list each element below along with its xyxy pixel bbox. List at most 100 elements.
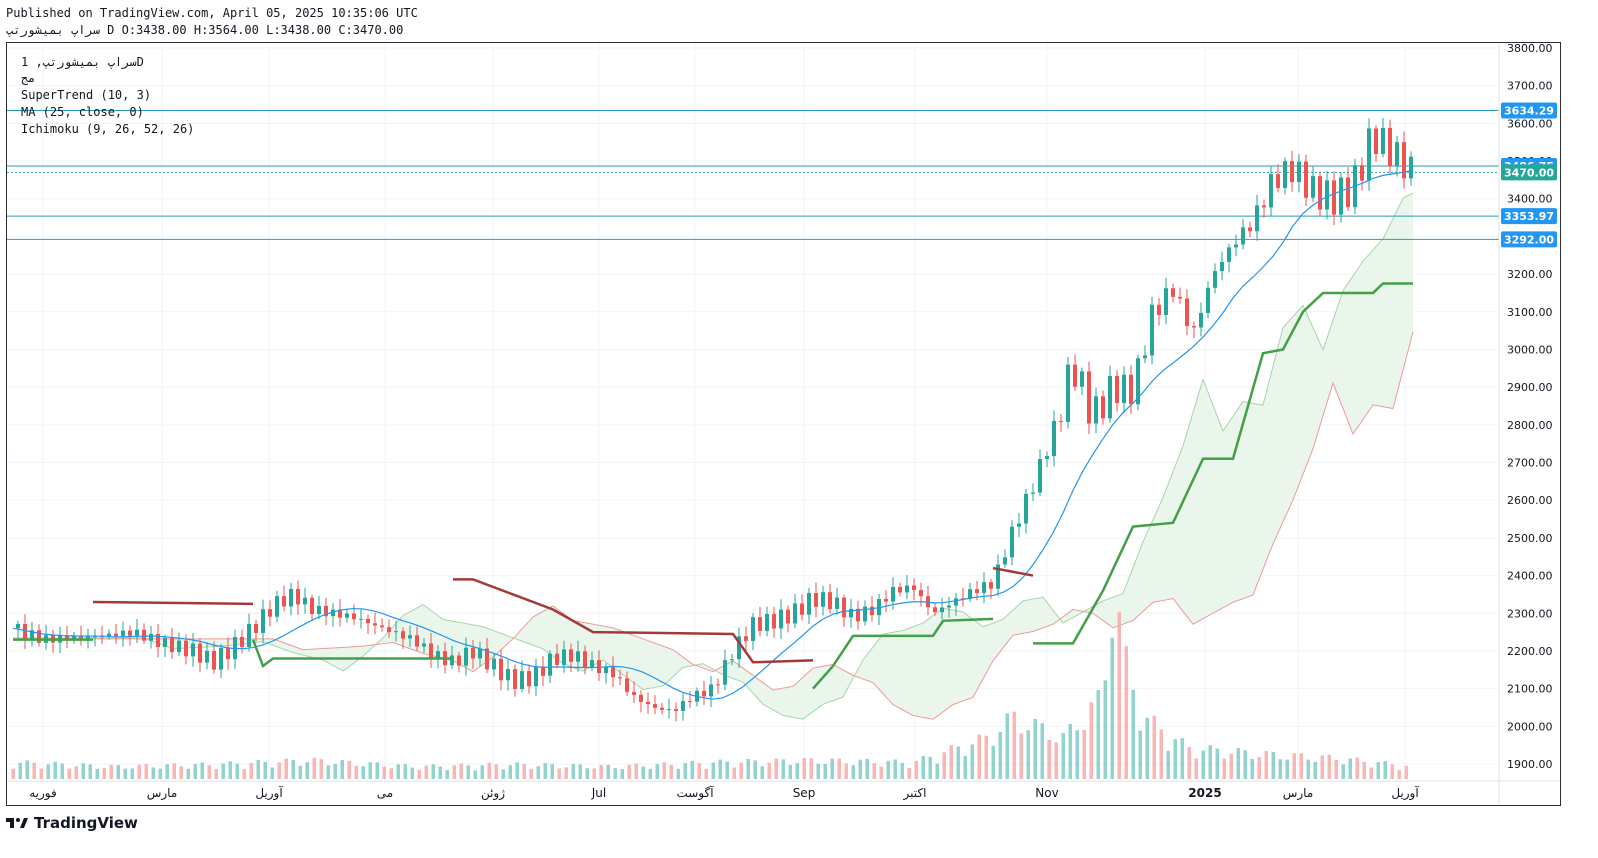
candle-body[interactable]	[1360, 165, 1364, 181]
candle-body[interactable]	[828, 592, 832, 610]
candle-body[interactable]	[751, 617, 755, 641]
candle-body[interactable]	[1045, 456, 1049, 460]
candle-body[interactable]	[1241, 227, 1245, 245]
candle-body[interactable]	[975, 589, 979, 593]
candle-body[interactable]	[1122, 374, 1126, 404]
candle-body[interactable]	[534, 666, 538, 687]
candle-body[interactable]	[933, 607, 937, 613]
candle-body[interactable]	[1332, 180, 1336, 215]
candle-body[interactable]	[576, 651, 580, 662]
candle-body[interactable]	[758, 617, 762, 631]
candle-body[interactable]	[842, 597, 846, 618]
candle-body[interactable]	[170, 637, 174, 653]
candle-body[interactable]	[1367, 128, 1371, 181]
candle-body[interactable]	[1164, 288, 1168, 315]
candle-body[interactable]	[373, 623, 377, 626]
candle-body[interactable]	[1227, 247, 1231, 262]
candle-body[interactable]	[114, 633, 118, 637]
candle-body[interactable]	[1157, 304, 1161, 315]
candle-body[interactable]	[1192, 326, 1196, 328]
candle-body[interactable]	[275, 596, 279, 617]
candle-body[interactable]	[1381, 127, 1385, 155]
candle-body[interactable]	[1311, 176, 1315, 198]
candle-body[interactable]	[1388, 127, 1392, 167]
candle-body[interactable]	[401, 631, 405, 639]
candle-body[interactable]	[632, 691, 636, 695]
candle-body[interactable]	[163, 637, 167, 648]
candle-body[interactable]	[786, 609, 790, 624]
candle-body[interactable]	[653, 704, 657, 708]
candle-body[interactable]	[982, 582, 986, 593]
candle-body[interactable]	[1199, 312, 1203, 328]
candle-body[interactable]	[716, 684, 720, 686]
candle-body[interactable]	[667, 709, 671, 711]
candle-body[interactable]	[1318, 176, 1322, 210]
candle-body[interactable]	[1248, 227, 1252, 232]
candle-body[interactable]	[471, 647, 475, 659]
candle-body[interactable]	[919, 590, 923, 597]
candle-body[interactable]	[1087, 371, 1091, 424]
candle-body[interactable]	[681, 701, 685, 711]
candle-body[interactable]	[240, 637, 244, 647]
candle-body[interactable]	[135, 629, 139, 636]
candle-body[interactable]	[1038, 459, 1042, 493]
candle-body[interactable]	[464, 647, 468, 666]
candle-body[interactable]	[1080, 371, 1084, 387]
chart-frame[interactable]: 3800.003700.003600.003500.003400.003300.…	[6, 42, 1561, 806]
candle-body[interactable]	[940, 607, 944, 613]
candle-body[interactable]	[555, 653, 559, 666]
candle-body[interactable]	[1213, 271, 1217, 288]
candle-body[interactable]	[1339, 177, 1343, 215]
candle-body[interactable]	[16, 624, 20, 629]
candle-body[interactable]	[478, 648, 482, 659]
candle-body[interactable]	[1143, 355, 1147, 359]
candle-body[interactable]	[37, 630, 41, 643]
candle-body[interactable]	[1304, 161, 1308, 198]
candle-body[interactable]	[898, 586, 902, 593]
candle-body[interactable]	[1073, 364, 1077, 387]
candle-body[interactable]	[219, 648, 223, 670]
candle-body[interactable]	[345, 613, 349, 618]
candle-body[interactable]	[1066, 364, 1070, 423]
candle-body[interactable]	[1276, 174, 1280, 189]
candle-body[interactable]	[457, 655, 461, 666]
candle-body[interactable]	[226, 648, 230, 660]
candle-body[interactable]	[702, 690, 706, 697]
candle-body[interactable]	[1374, 128, 1378, 155]
candle-body[interactable]	[1409, 156, 1413, 179]
candle-body[interactable]	[191, 643, 195, 657]
candle-body[interactable]	[1108, 376, 1112, 419]
candle-body[interactable]	[303, 597, 307, 605]
candle-body[interactable]	[366, 618, 370, 624]
candle-body[interactable]	[387, 627, 391, 633]
candle-body[interactable]	[989, 582, 993, 589]
price-chart[interactable]: 3800.003700.003600.003500.003400.003300.…	[7, 43, 1560, 805]
candle-body[interactable]	[562, 649, 566, 666]
candle-body[interactable]	[436, 651, 440, 659]
candle-body[interactable]	[912, 585, 916, 591]
candle-body[interactable]	[800, 603, 804, 615]
candle-body[interactable]	[429, 643, 433, 659]
candle-body[interactable]	[744, 636, 748, 641]
candle-body[interactable]	[1017, 523, 1021, 527]
candle-body[interactable]	[597, 660, 601, 674]
candle-body[interactable]	[1178, 296, 1182, 299]
candle-body[interactable]	[891, 586, 895, 602]
candle-body[interactable]	[1283, 161, 1287, 189]
candle-body[interactable]	[184, 640, 188, 657]
candle-body[interactable]	[1150, 304, 1154, 356]
candle-body[interactable]	[821, 592, 825, 607]
candle-body[interactable]	[359, 618, 363, 620]
candle-body[interactable]	[723, 660, 727, 685]
candle-body[interactable]	[142, 629, 146, 641]
candle-body[interactable]	[268, 609, 272, 617]
candle-body[interactable]	[814, 593, 818, 607]
candle-body[interactable]	[1094, 396, 1098, 424]
candle-body[interactable]	[282, 596, 286, 607]
candle-body[interactable]	[1269, 174, 1273, 208]
candle-body[interactable]	[289, 588, 293, 607]
candle-body[interactable]	[1115, 376, 1119, 404]
candle-body[interactable]	[317, 605, 321, 615]
candle-body[interactable]	[296, 588, 300, 605]
candle-body[interactable]	[807, 593, 811, 615]
